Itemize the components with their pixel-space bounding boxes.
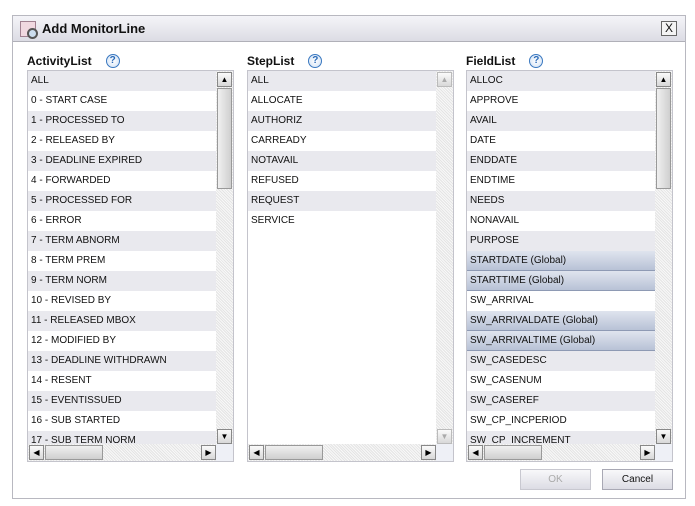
scroll-up-arrow-icon[interactable]: ▲ (437, 72, 452, 87)
monitor-search-icon (20, 20, 38, 39)
list-item[interactable]: CARREADY (248, 131, 437, 151)
list-item[interactable]: 12 - MODIFIED BY (28, 331, 217, 351)
vertical-scroll-thumb[interactable] (656, 88, 671, 189)
list-header: FieldList? (466, 52, 673, 70)
list-item[interactable]: 9 - TERM NORM (28, 271, 217, 291)
list-label: StepList (247, 54, 295, 68)
list-item[interactable]: SW_ARRIVALDATE (Global) (467, 311, 656, 331)
list-item[interactable]: ENDDATE (467, 151, 656, 171)
scroll-left-arrow-icon[interactable]: ◀ (468, 445, 483, 460)
list-item[interactable]: ENDTIME (467, 171, 656, 191)
list-item[interactable]: NONAVAIL (467, 211, 656, 231)
list-item[interactable]: DATE (467, 131, 656, 151)
scroll-right-arrow-icon[interactable]: ▶ (640, 445, 655, 460)
list-item[interactable]: SW_CASEDESC (467, 351, 656, 371)
vertical-scrollbar[interactable]: ▲ ▼ (216, 71, 233, 445)
title-bar[interactable]: Add MonitorLine X (13, 16, 685, 42)
list-item[interactable]: 15 - EVENTISSUED (28, 391, 217, 411)
list-item[interactable]: ALLOC (467, 71, 656, 91)
list-item[interactable]: REQUEST (248, 191, 437, 211)
list-label: FieldList (466, 54, 516, 68)
list-item[interactable]: 4 - FORWARDED (28, 171, 217, 191)
horizontal-scrollbar[interactable]: ◀ ▶ (248, 444, 437, 461)
horizontal-scrollbar[interactable]: ◀ ▶ (467, 444, 656, 461)
list-box[interactable]: ALLOC APPROVE AVAIL DATE ENDDATE ENDTIME NEEDS… (466, 70, 673, 462)
list-item[interactable]: SW_CP_INCPERIOD (467, 411, 656, 431)
list-item[interactable]: 10 - REVISED BY (28, 291, 217, 311)
list-item[interactable]: 2 - RELEASED BY (28, 131, 217, 151)
vertical-scrollbar[interactable]: ▲ ▼ (655, 71, 672, 445)
vertical-scroll-thumb[interactable] (217, 88, 232, 189)
list-item[interactable]: SW_CP_INCREMENT (467, 431, 656, 445)
list-item[interactable]: SW_ARRIVALTIME (Global) (467, 331, 656, 351)
list-item[interactable]: 1 - PROCESSED TO (28, 111, 217, 131)
horizontal-scroll-thumb[interactable] (265, 445, 323, 460)
scroll-left-arrow-icon[interactable]: ◀ (29, 445, 44, 460)
list-item[interactable]: SW_ARRIVAL (467, 291, 656, 311)
ok-button[interactable]: OK (520, 469, 591, 490)
scroll-corner (655, 444, 672, 461)
list-item[interactable]: 0 - START CASE (28, 91, 217, 111)
scroll-right-arrow-icon[interactable]: ▶ (201, 445, 216, 460)
scroll-corner (436, 444, 453, 461)
cancel-button[interactable]: Cancel (602, 469, 673, 490)
list-item[interactable]: AUTHORIZ (248, 111, 437, 131)
list-item[interactable]: ALL (248, 71, 437, 91)
list-item[interactable]: 3 - DEADLINE EXPIRED (28, 151, 217, 171)
scroll-right-arrow-icon[interactable]: ▶ (421, 445, 436, 460)
add-monitorline-dialog: Add MonitorLine X ActivityList? ALL 0 - ST… (12, 15, 686, 499)
list-rows: ALL ALLOCATE AUTHORIZ CARREADY NOTAVAIL REFUS… (248, 71, 437, 445)
dialog-title: Add MonitorLine (42, 21, 146, 36)
list-item[interactable]: NOTAVAIL (248, 151, 437, 171)
horizontal-scroll-thumb[interactable] (45, 445, 103, 460)
list-item[interactable]: 13 - DEADLINE WITHDRAWN (28, 351, 217, 371)
list-panel-fieldlist: FieldList? ALLOC APPROVE AVAIL DATE ENDDATE EN… (466, 52, 673, 462)
close-button[interactable]: X (661, 21, 677, 36)
list-item[interactable]: 16 - SUB STARTED (28, 411, 217, 431)
vertical-scrollbar[interactable]: ▲ ▼ (436, 71, 453, 445)
list-item[interactable]: SW_CASEREF (467, 391, 656, 411)
help-icon[interactable]: ? (529, 54, 544, 68)
horizontal-scrollbar[interactable]: ◀ ▶ (28, 444, 217, 461)
scroll-up-arrow-icon[interactable]: ▲ (656, 72, 671, 87)
list-item[interactable]: REFUSED (248, 171, 437, 191)
list-item[interactable]: 14 - RESENT (28, 371, 217, 391)
scroll-down-arrow-icon[interactable]: ▼ (437, 429, 452, 444)
list-item[interactable]: AVAIL (467, 111, 656, 131)
list-item[interactable]: ALLOCATE (248, 91, 437, 111)
list-item[interactable]: SERVICE (248, 211, 437, 231)
list-item[interactable]: NEEDS (467, 191, 656, 211)
list-panel-activitylist: ActivityList? ALL 0 - START CASE 1 - PROCES… (27, 52, 234, 462)
list-rows: ALLOC APPROVE AVAIL DATE ENDDATE ENDTIME NEEDS… (467, 71, 656, 445)
list-rows: ALL 0 - START CASE 1 - PROCESSED TO 2 - REL… (28, 71, 217, 445)
scroll-down-arrow-icon[interactable]: ▼ (217, 429, 232, 444)
list-header: StepList? (247, 52, 454, 70)
list-item[interactable]: APPROVE (467, 91, 656, 111)
list-item[interactable]: 6 - ERROR (28, 211, 217, 231)
help-icon[interactable]: ? (308, 54, 323, 68)
list-box[interactable]: ALL 0 - START CASE 1 - PROCESSED TO 2 - REL… (27, 70, 234, 462)
list-header: ActivityList? (27, 52, 234, 70)
help-icon[interactable]: ? (105, 54, 120, 68)
list-item[interactable]: SW_CASENUM (467, 371, 656, 391)
list-item[interactable]: PURPOSE (467, 231, 656, 251)
horizontal-scroll-thumb[interactable] (484, 445, 542, 460)
scroll-corner (216, 444, 233, 461)
list-item[interactable]: 5 - PROCESSED FOR (28, 191, 217, 211)
list-item[interactable]: STARTTIME (Global) (467, 271, 656, 291)
list-item[interactable]: 11 - RELEASED MBOX (28, 311, 217, 331)
list-item[interactable]: 17 - SUB TERM NORM (28, 431, 217, 445)
list-item[interactable]: 8 - TERM PREM (28, 251, 217, 271)
list-item[interactable]: 7 - TERM ABNORM (28, 231, 217, 251)
scroll-up-arrow-icon[interactable]: ▲ (217, 72, 232, 87)
list-panel-steplist: StepList? ALL ALLOCATE AUTHORIZ CARREADY NOTA… (247, 52, 454, 462)
list-label: ActivityList (27, 54, 92, 68)
list-box[interactable]: ALL ALLOCATE AUTHORIZ CARREADY NOTAVAIL REFUS… (247, 70, 454, 462)
scroll-down-arrow-icon[interactable]: ▼ (656, 429, 671, 444)
scroll-left-arrow-icon[interactable]: ◀ (249, 445, 264, 460)
list-item[interactable]: ALL (28, 71, 217, 91)
list-item[interactable]: STARTDATE (Global) (467, 251, 656, 271)
